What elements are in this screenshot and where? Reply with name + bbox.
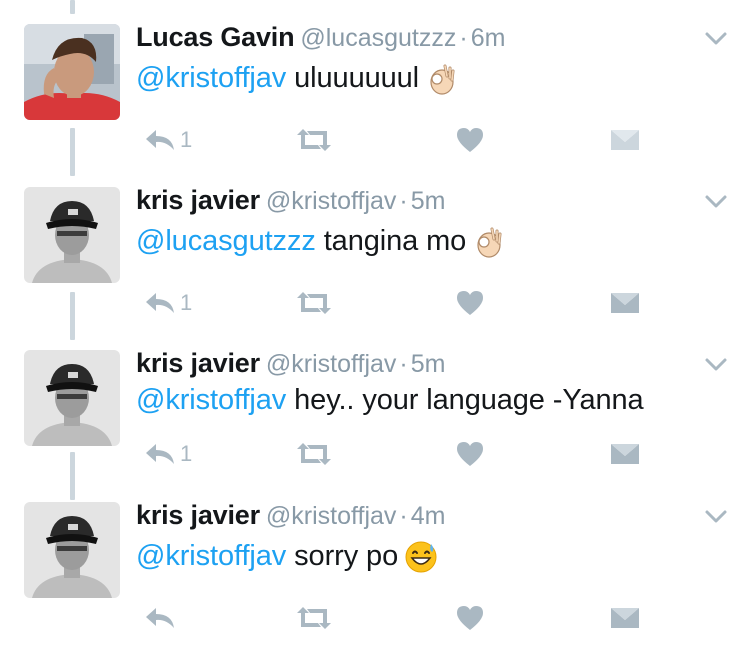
author-handle[interactable]: @kristoffjav	[266, 187, 397, 215]
reply-button[interactable]: 1	[144, 436, 192, 472]
timestamp[interactable]: 5m	[411, 350, 446, 378]
tweet-actions	[136, 600, 656, 636]
timestamp[interactable]: 4m	[411, 502, 446, 530]
tweet-header: kris javier @kristoffjav · 5m	[136, 348, 445, 379]
avatar-image	[24, 502, 120, 598]
reply-count: 1	[180, 290, 193, 315]
envelope-icon	[611, 608, 639, 628]
direct-message-button[interactable]	[610, 600, 640, 636]
retweet-button[interactable]	[296, 436, 332, 472]
reply-icon	[146, 293, 174, 313]
retweet-icon	[297, 607, 331, 629]
envelope-icon	[611, 130, 639, 150]
ok-hand-emoji	[425, 62, 459, 96]
separator-dot: ·	[399, 502, 408, 530]
reply-icon	[146, 130, 174, 150]
chevron-down-icon[interactable]	[704, 508, 728, 526]
tweet[interactable]: kris javier @kristoffjav · 4m @kristoffjav …	[0, 498, 750, 648]
chevron-down-icon[interactable]	[704, 356, 728, 374]
retweet-button[interactable]	[296, 600, 332, 636]
retweet-button[interactable]	[296, 122, 332, 158]
author-handle[interactable]: @kristoffjav	[266, 350, 397, 378]
reply-button[interactable]	[144, 600, 180, 636]
mention-link[interactable]: @kristoffjav	[136, 384, 286, 416]
avatar-kris-javier[interactable]	[24, 350, 120, 446]
like-button[interactable]	[456, 600, 484, 636]
tweet-actions: 1	[136, 285, 656, 321]
chevron-down-icon[interactable]	[704, 30, 728, 48]
reply-button[interactable]: 1	[144, 122, 192, 158]
tweet-body: uluuuuuul	[286, 62, 420, 94]
like-button[interactable]	[456, 436, 484, 472]
timestamp[interactable]: 5m	[411, 187, 446, 215]
tweet-text: @kristoffjav sorry po	[136, 540, 438, 574]
mention-link[interactable]: @lucasgutzzz	[136, 225, 316, 257]
tweet-body: hey.. your language -Yanna	[286, 384, 644, 416]
avatar-lucas-gavin[interactable]	[24, 24, 120, 120]
avatar-image	[24, 24, 120, 120]
timestamp[interactable]: 6m	[471, 24, 506, 52]
heart-icon	[457, 606, 483, 630]
reply-count: 1	[180, 127, 193, 152]
heart-icon	[457, 291, 483, 315]
tweet-actions: 1	[136, 122, 656, 158]
direct-message-button[interactable]	[610, 285, 640, 321]
author-name[interactable]: Lucas Gavin	[136, 22, 295, 52]
reply-icon	[146, 444, 174, 464]
direct-message-button[interactable]	[610, 122, 640, 158]
retweet-icon	[297, 443, 331, 465]
tweet[interactable]: Lucas Gavin @lucasgutzzz · 6m @kristoffjav …	[0, 20, 750, 160]
separator-dot: ·	[399, 350, 408, 378]
tweet-body: sorry po	[286, 540, 399, 572]
reply-button[interactable]: 1	[144, 285, 192, 321]
author-handle[interactable]: @lucasgutzzz	[300, 24, 456, 52]
envelope-icon	[611, 444, 639, 464]
tweet[interactable]: kris javier @kristoffjav · 5m @kristoffjav …	[0, 346, 750, 486]
tweet-text: @lucasgutzzz tangina mo	[136, 225, 506, 259]
author-handle[interactable]: @kristoffjav	[266, 502, 397, 530]
author-name[interactable]: kris javier	[136, 185, 260, 215]
tweet-text: @kristoffjav hey.. your language -Yanna	[136, 384, 644, 417]
avatar-kris-javier[interactable]	[24, 502, 120, 598]
like-button[interactable]	[456, 285, 484, 321]
tweet-header: Lucas Gavin @lucasgutzzz · 6m	[136, 22, 505, 53]
retweet-button[interactable]	[296, 285, 332, 321]
mention-link[interactable]: @kristoffjav	[136, 540, 286, 572]
separator-dot: ·	[459, 24, 468, 52]
avatar-kris-javier[interactable]	[24, 187, 120, 283]
tweet-header: kris javier @kristoffjav · 5m	[136, 185, 445, 216]
reply-icon	[146, 608, 174, 628]
separator-dot: ·	[399, 187, 408, 215]
like-button[interactable]	[456, 122, 484, 158]
tweet[interactable]: kris javier @kristoffjav · 5m @lucasgutzzz …	[0, 183, 750, 323]
retweet-icon	[297, 292, 331, 314]
thread-line	[70, 0, 75, 14]
envelope-icon	[611, 293, 639, 313]
tweet-body: tangina mo	[315, 225, 467, 257]
tweet-actions: 1	[136, 436, 656, 472]
avatar-image	[24, 350, 120, 446]
ok-hand-emoji	[472, 225, 506, 259]
author-name[interactable]: kris javier	[136, 348, 260, 378]
chevron-down-icon[interactable]	[704, 193, 728, 211]
direct-message-button[interactable]	[610, 436, 640, 472]
tweet-header: kris javier @kristoffjav · 4m	[136, 500, 445, 531]
tweet-text: @kristoffjav uluuuuuul	[136, 62, 459, 96]
heart-icon	[457, 442, 483, 466]
avatar-image	[24, 187, 120, 283]
heart-icon	[457, 128, 483, 152]
grinning-sweat-emoji	[404, 540, 438, 574]
retweet-icon	[297, 129, 331, 151]
author-name[interactable]: kris javier	[136, 500, 260, 530]
mention-link[interactable]: @kristoffjav	[136, 62, 286, 94]
reply-count: 1	[180, 441, 193, 466]
